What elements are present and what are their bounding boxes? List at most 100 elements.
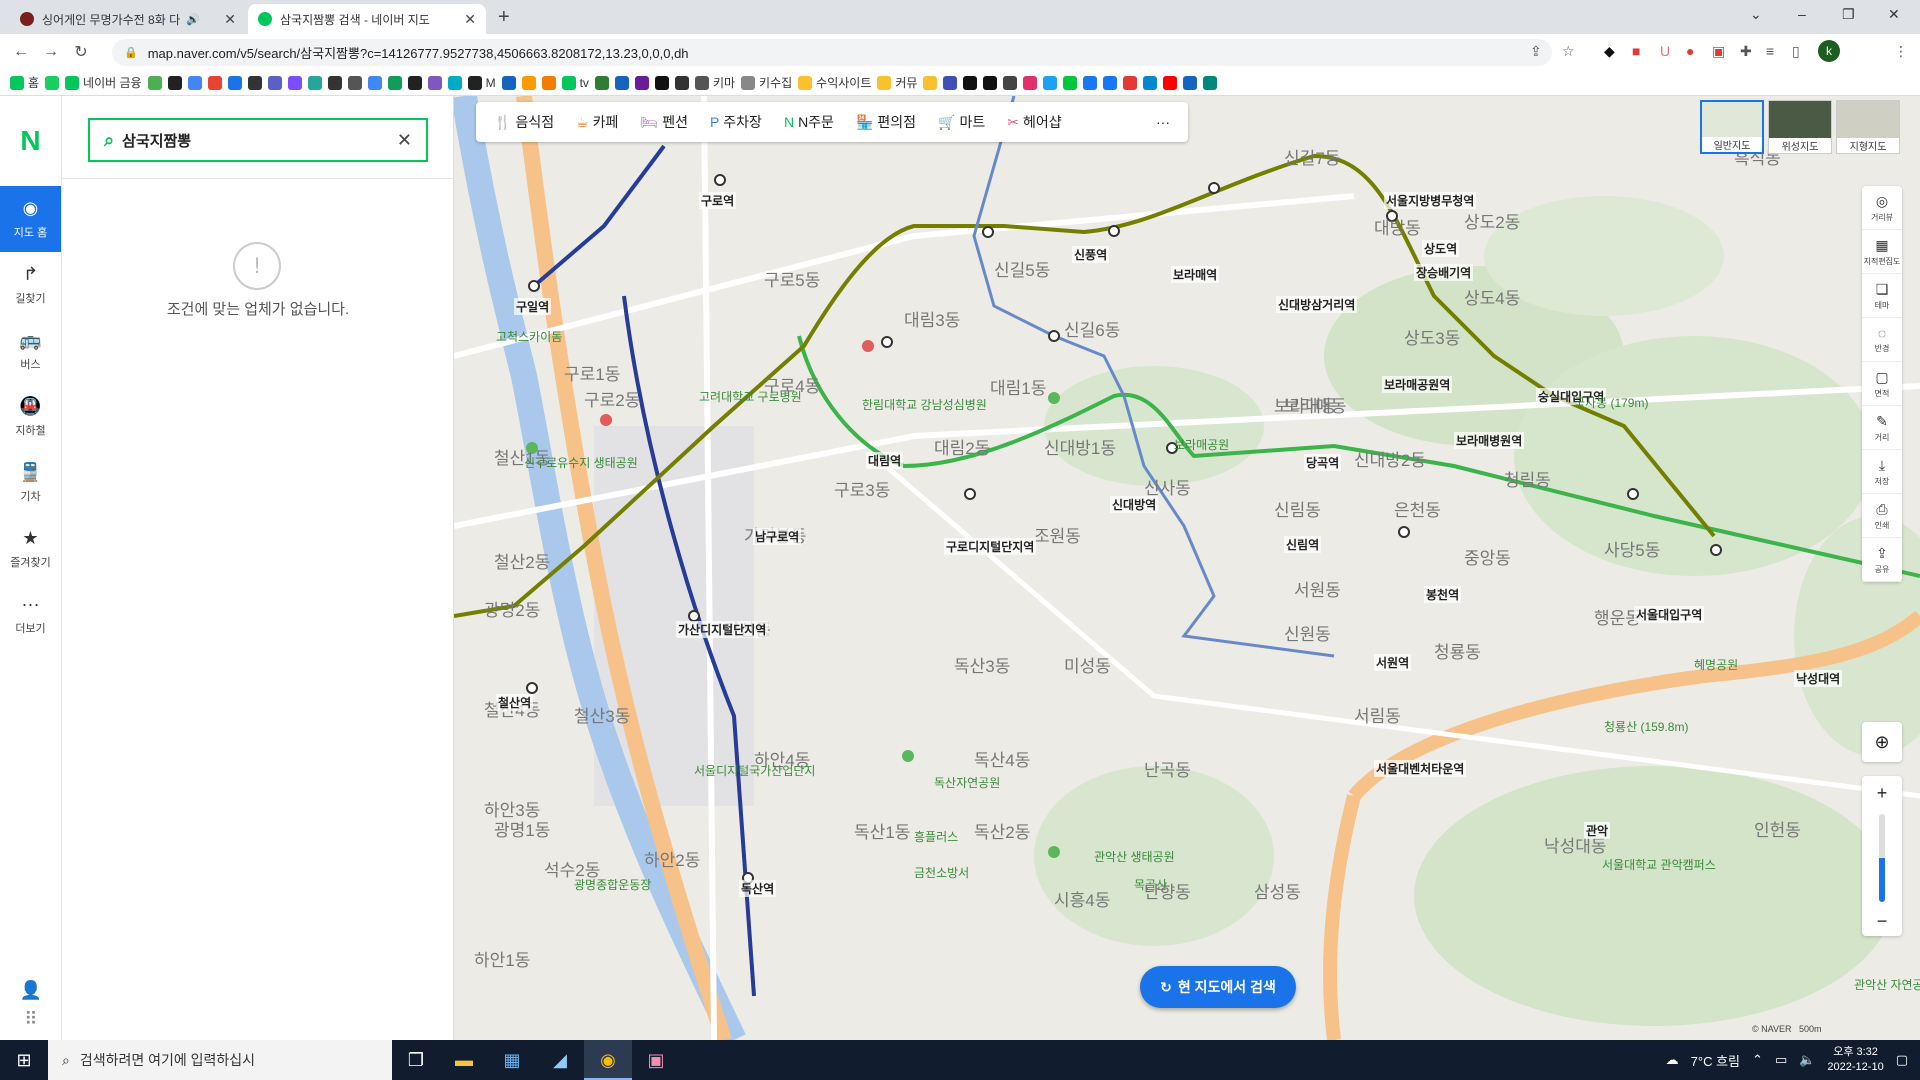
extension-icon[interactable]: ◆: [1604, 43, 1615, 60]
park-pin-icon[interactable]: [902, 750, 914, 762]
layer-normal-map[interactable]: 일반지도: [1700, 100, 1764, 154]
bookmark-item[interactable]: [943, 75, 958, 90]
tab-search-icon[interactable]: ⌄: [1750, 6, 1762, 23]
user-icon[interactable]: 👤: [0, 980, 62, 1001]
browser-tab-active[interactable]: 삼국지짬뽕 검색 - 네이버 지도 ✕: [248, 4, 486, 34]
place-label[interactable]: 관악산 생태공원: [1094, 848, 1175, 865]
rail-item-favorites[interactable]: ★ 즐겨찾기: [0, 516, 61, 582]
place-label[interactable]: 국사봉 (179m): [1574, 394, 1648, 411]
menu-kebab-icon[interactable]: ⋮: [1894, 43, 1908, 60]
station-label[interactable]: 보라매역: [1171, 266, 1220, 283]
side-panel-icon[interactable]: ▯: [1792, 43, 1800, 60]
station-label[interactable]: 낙성대역: [1794, 670, 1843, 687]
bookmark-item[interactable]: [1003, 75, 1018, 90]
category-chip[interactable]: P 주차장: [702, 112, 770, 132]
minimize-button[interactable]: –: [1798, 6, 1806, 22]
rail-item-bus[interactable]: 🚌 버스: [0, 318, 61, 384]
station-marker[interactable]: [688, 610, 700, 622]
rail-item-subway[interactable]: 🚇 지하철: [0, 384, 61, 450]
bookmark-item[interactable]: [1143, 75, 1158, 90]
apps-grid-icon[interactable]: ⠿: [0, 1009, 62, 1030]
place-label[interactable]: 고려대학교 구로병원: [699, 388, 802, 405]
bookmark-item[interactable]: [1063, 75, 1078, 90]
station-marker[interactable]: [982, 226, 994, 238]
hospital-pin-icon[interactable]: [862, 340, 874, 352]
bookmark-item[interactable]: 홈: [10, 74, 39, 91]
bookmark-item[interactable]: [501, 75, 516, 90]
station-label[interactable]: 상도역: [1422, 240, 1460, 257]
weather-text[interactable]: 7°C 흐림: [1691, 1051, 1740, 1070]
category-chip[interactable]: N N주문: [776, 112, 842, 132]
station-label[interactable]: 관악: [1584, 822, 1611, 839]
app-icon[interactable]: ▣: [632, 1040, 680, 1080]
speaker-icon[interactable]: 🔊: [186, 13, 200, 26]
forward-icon[interactable]: →: [36, 43, 66, 61]
station-label[interactable]: 봉천역: [1424, 586, 1462, 603]
station-label[interactable]: 철산역: [496, 694, 534, 711]
station-label[interactable]: 서울대입구역: [1634, 606, 1705, 623]
rail-item-more[interactable]: ··· 더보기: [0, 582, 61, 648]
bookmark-item[interactable]: [45, 75, 60, 90]
park-pin-icon[interactable]: [1048, 392, 1060, 404]
station-label[interactable]: 구로역: [699, 192, 737, 209]
tray-chevron-icon[interactable]: ⌃: [1752, 1052, 1763, 1068]
chrome-icon[interactable]: ◉: [584, 1040, 632, 1080]
search-input[interactable]: ⌕ 삼국지짬뽕 ✕: [88, 118, 428, 162]
station-label[interactable]: 독산역: [739, 880, 777, 897]
bookmark-item[interactable]: [187, 75, 202, 90]
station-marker[interactable]: [964, 488, 976, 500]
bookmark-item[interactable]: [521, 75, 536, 90]
bookmark-item[interactable]: 네이버 금융: [65, 74, 142, 91]
station-label[interactable]: 신대방삼거리역: [1276, 296, 1358, 313]
map-tool-button[interactable]: ⤓ 저장: [1862, 450, 1902, 494]
bookmark-item[interactable]: [1203, 75, 1218, 90]
extension-icon[interactable]: U: [1660, 43, 1670, 59]
layer-satellite-map[interactable]: 위성지도: [1768, 100, 1832, 154]
place-label[interactable]: 독산자연공원: [934, 774, 1000, 791]
calculator-icon[interactable]: ▦: [488, 1040, 536, 1080]
bookmark-item[interactable]: [674, 75, 689, 90]
place-label[interactable]: 보라매공원: [1174, 436, 1229, 453]
bookmark-item[interactable]: [247, 75, 262, 90]
bookmark-item[interactable]: [227, 75, 242, 90]
notification-icon[interactable]: ▢: [1896, 1052, 1908, 1068]
station-label[interactable]: 신풍역: [1072, 246, 1110, 263]
bookmark-item[interactable]: [1183, 75, 1198, 90]
station-label[interactable]: 서울대벤처타운역: [1374, 760, 1467, 777]
rail-item-train[interactable]: 🚆 기차: [0, 450, 61, 516]
bookmark-item[interactable]: [1123, 75, 1138, 90]
map-canvas[interactable]: 대림3동 신길5동 신길6동 대림1동 대림2동 신대방1동 신사동 조원동 구로5동 구로4동 구…: [454, 96, 1920, 1040]
bookmark-item[interactable]: [614, 75, 629, 90]
category-chip[interactable]: 🏪 편의점: [848, 112, 924, 132]
category-chip[interactable]: ☕ 카페: [568, 112, 626, 132]
station-label[interactable]: 장승배기역: [1414, 264, 1474, 281]
new-tab-button[interactable]: +: [498, 6, 510, 29]
category-chip[interactable]: 🛏 펜션: [632, 112, 696, 132]
park-pin-icon[interactable]: [1048, 846, 1060, 858]
bookmark-item[interactable]: [327, 75, 342, 90]
bookmark-item[interactable]: [287, 75, 302, 90]
station-label[interactable]: 서울지방병무청역: [1384, 192, 1477, 209]
profile-avatar[interactable]: k: [1818, 40, 1840, 62]
station-label[interactable]: 서원역: [1374, 654, 1412, 671]
station-label[interactable]: 남구로역: [753, 528, 802, 545]
extensions-puzzle-icon[interactable]: ✚: [1740, 43, 1752, 60]
place-label[interactable]: 광명종합운동장: [574, 876, 651, 893]
bookmark-item[interactable]: [307, 75, 322, 90]
place-label[interactable]: 고척스카이돔: [496, 328, 562, 345]
layer-terrain-map[interactable]: 지형지도: [1836, 100, 1900, 154]
bookmark-item[interactable]: [1103, 75, 1118, 90]
clock[interactable]: 오후 3:32 2022-12-10: [1827, 1045, 1883, 1075]
hospital-pin-icon[interactable]: [600, 414, 612, 426]
bookmark-item[interactable]: [594, 75, 609, 90]
place-label[interactable]: 관악산 자연공원: [1854, 976, 1920, 993]
search-this-area-button[interactable]: ↻ 현 지도에서 검색: [1140, 966, 1296, 1008]
task-view-icon[interactable]: ❐: [392, 1040, 440, 1080]
rail-item-map-home[interactable]: ◉ 지도 홈: [0, 186, 61, 252]
naver-logo[interactable]: N: [0, 96, 61, 186]
bookmark-item[interactable]: [1043, 75, 1058, 90]
network-icon[interactable]: ▭: [1775, 1052, 1787, 1068]
bookmark-item[interactable]: [634, 75, 649, 90]
bookmark-item[interactable]: M: [467, 75, 496, 90]
bookmark-item[interactable]: [541, 75, 556, 90]
